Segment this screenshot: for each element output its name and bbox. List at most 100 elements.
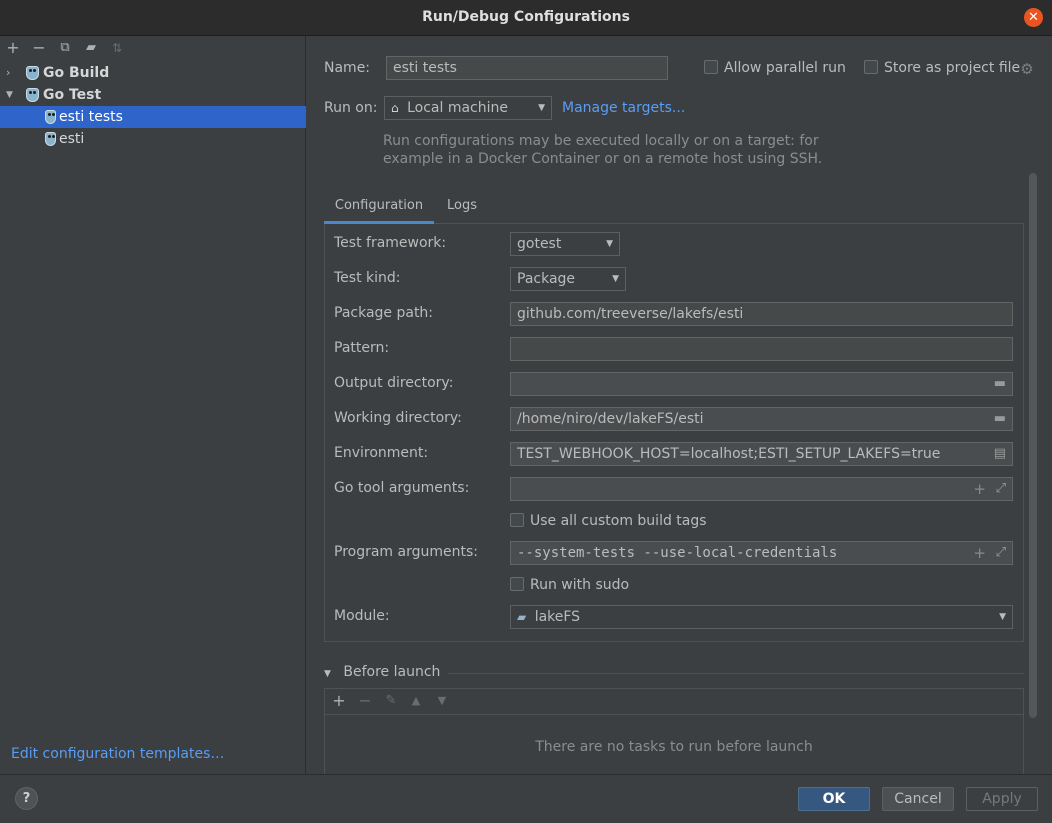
configuration-panel: Test framework: gotest ▼ Test kind: Pack… — [324, 224, 1024, 642]
remove-icon[interactable]: − — [30, 39, 48, 57]
tree-item-go-test[interactable]: ▼ Go Test — [0, 84, 306, 106]
gear-icon[interactable]: ⚙ — [1018, 60, 1036, 78]
tab-configuration[interactable]: Configuration — [324, 198, 434, 224]
checkbox-box[interactable] — [704, 60, 718, 74]
tree-item-esti[interactable]: esti — [0, 128, 306, 150]
run-on-hint-line1: Run configurations may be executed local… — [383, 133, 819, 149]
move-down-icon[interactable]: ▼ — [433, 692, 451, 710]
module-label: Module: — [334, 608, 390, 624]
chevron-down-icon: ▼ — [612, 274, 619, 284]
chevron-down-icon: ▼ — [538, 103, 545, 113]
before-launch-title: Before launch — [343, 664, 441, 680]
plus-icon[interactable]: + — [973, 542, 986, 564]
environment-input[interactable]: TEST_WEBHOOK_HOST=localhost;ESTI_SETUP_L… — [510, 442, 1013, 466]
checkbox-box[interactable] — [510, 577, 524, 591]
test-framework-select[interactable]: gotest ▼ — [510, 232, 620, 256]
working-directory-value: /home/niro/dev/lakeFS/esti — [517, 411, 704, 427]
store-as-project-file-checkbox[interactable]: Store as project file — [864, 59, 1020, 77]
document-icon[interactable]: ▤ — [994, 443, 1006, 465]
add-icon[interactable]: + — [4, 39, 22, 57]
tree-item-label: esti — [59, 131, 85, 147]
add-task-icon[interactable]: + — [330, 692, 348, 710]
before-launch-empty-text: There are no tasks to run before launch — [535, 739, 813, 755]
home-icon: ⌂ — [391, 101, 399, 115]
package-path-input[interactable]: github.com/treeverse/lakefs/esti — [510, 302, 1013, 326]
manage-targets-link[interactable]: Manage targets... — [562, 100, 685, 116]
run-on-select[interactable]: ⌂ Local machine ▼ — [384, 96, 552, 120]
run-with-sudo-checkbox[interactable]: Run with sudo — [510, 576, 629, 594]
chevron-down-icon: ▼ — [999, 612, 1006, 622]
tree-item-go-build[interactable]: › Go Build — [0, 62, 306, 84]
divider — [448, 673, 1024, 674]
sidebar-toolbar: + − ⧉ ▰ ⇅ — [0, 36, 305, 62]
checkbox-label: Use all custom build tags — [530, 513, 707, 529]
checkbox-box[interactable] — [510, 513, 524, 527]
go-tool-arguments-input[interactable]: + ⤢ — [510, 477, 1013, 501]
allow-parallel-run-checkbox[interactable]: Allow parallel run — [704, 59, 846, 77]
module-select[interactable]: ▰ lakeFS ▼ — [510, 605, 1013, 629]
help-button[interactable]: ? — [15, 787, 38, 810]
sort-icon[interactable]: ⇅ — [108, 39, 126, 57]
program-arguments-label: Program arguments: — [334, 544, 478, 560]
pattern-input[interactable] — [510, 337, 1013, 361]
tree-item-label: Go Build — [43, 65, 110, 81]
tree-item-label: Go Test — [43, 87, 102, 103]
expand-icon[interactable]: ⤢ — [996, 478, 1006, 500]
folder-icon[interactable]: ▬ — [994, 373, 1006, 395]
dialog-footer: ? OK Cancel Apply — [0, 774, 1052, 823]
chevron-right-icon[interactable]: › — [6, 62, 18, 84]
pattern-label: Pattern: — [334, 340, 390, 356]
checkbox-label: Store as project file — [884, 60, 1021, 76]
sidebar: + − ⧉ ▰ ⇅ › Go Build ▼ Go Test esti test… — [0, 36, 306, 774]
use-custom-build-tags-checkbox[interactable]: Use all custom build tags — [510, 512, 707, 530]
working-directory-label: Working directory: — [334, 410, 462, 426]
checkbox-box[interactable] — [864, 60, 878, 74]
plus-icon[interactable]: + — [973, 478, 986, 500]
chevron-down-icon[interactable]: ▼ — [6, 84, 18, 106]
cancel-button[interactable]: Cancel — [882, 787, 954, 811]
environment-label: Environment: — [334, 445, 429, 461]
vertical-scrollbar[interactable] — [1029, 173, 1037, 718]
run-on-label: Run on: — [324, 100, 378, 116]
run-on-value: Local machine — [407, 100, 508, 116]
tree-item-label: esti tests — [59, 109, 123, 125]
module-value: lakeFS — [534, 609, 581, 625]
program-arguments-value: --system-tests --use-local-credentials — [517, 545, 838, 561]
run-on-hint-line2: example in a Docker Container or on a re… — [383, 151, 823, 167]
title-bar: Run/Debug Configurations ✕ — [0, 0, 1052, 36]
tab-logs[interactable]: Logs — [447, 198, 477, 224]
go-gopher-icon — [26, 88, 39, 102]
test-framework-value: gotest — [517, 236, 562, 252]
edit-configuration-templates-link[interactable]: Edit configuration templates… — [11, 746, 224, 762]
go-test-icon — [45, 132, 56, 146]
go-test-icon — [45, 110, 56, 124]
name-input[interactable]: esti tests — [386, 56, 668, 80]
move-up-icon[interactable]: ▲ — [407, 692, 425, 710]
working-directory-input[interactable]: /home/niro/dev/lakeFS/esti ▬ — [510, 407, 1013, 431]
main-panel: Name: esti tests Allow parallel run Stor… — [307, 36, 1052, 778]
package-path-label: Package path: — [334, 305, 434, 321]
copy-icon[interactable]: ⧉ — [56, 39, 74, 57]
before-launch-toolbar: + − ✎ ▲ ▼ — [325, 689, 1023, 715]
name-label: Name: — [324, 60, 371, 76]
apply-button[interactable]: Apply — [966, 787, 1038, 811]
go-tool-arguments-label: Go tool arguments: — [334, 480, 470, 496]
tree-item-esti-tests[interactable]: esti tests — [0, 106, 306, 128]
expand-icon[interactable]: ⤢ — [996, 542, 1006, 564]
edit-task-icon[interactable]: ✎ — [382, 692, 400, 710]
checkbox-label: Allow parallel run — [724, 60, 846, 76]
folder-icon[interactable]: ▬ — [994, 408, 1006, 430]
chevron-down-icon[interactable]: ▼ — [324, 669, 331, 679]
close-icon[interactable]: ✕ — [1024, 8, 1043, 27]
test-kind-value: Package — [517, 271, 576, 287]
test-kind-label: Test kind: — [334, 270, 401, 286]
ok-button[interactable]: OK — [798, 787, 870, 811]
output-directory-input[interactable]: ▬ — [510, 372, 1013, 396]
test-kind-select[interactable]: Package ▼ — [510, 267, 626, 291]
test-framework-label: Test framework: — [334, 235, 447, 251]
program-arguments-input[interactable]: --system-tests --use-local-credentials +… — [510, 541, 1013, 565]
remove-task-icon[interactable]: − — [356, 692, 374, 710]
environment-value: TEST_WEBHOOK_HOST=localhost;ESTI_SETUP_L… — [517, 446, 941, 462]
folder-add-icon[interactable]: ▰ — [82, 39, 100, 57]
before-launch-header[interactable]: ▼ Before launch — [324, 664, 440, 680]
